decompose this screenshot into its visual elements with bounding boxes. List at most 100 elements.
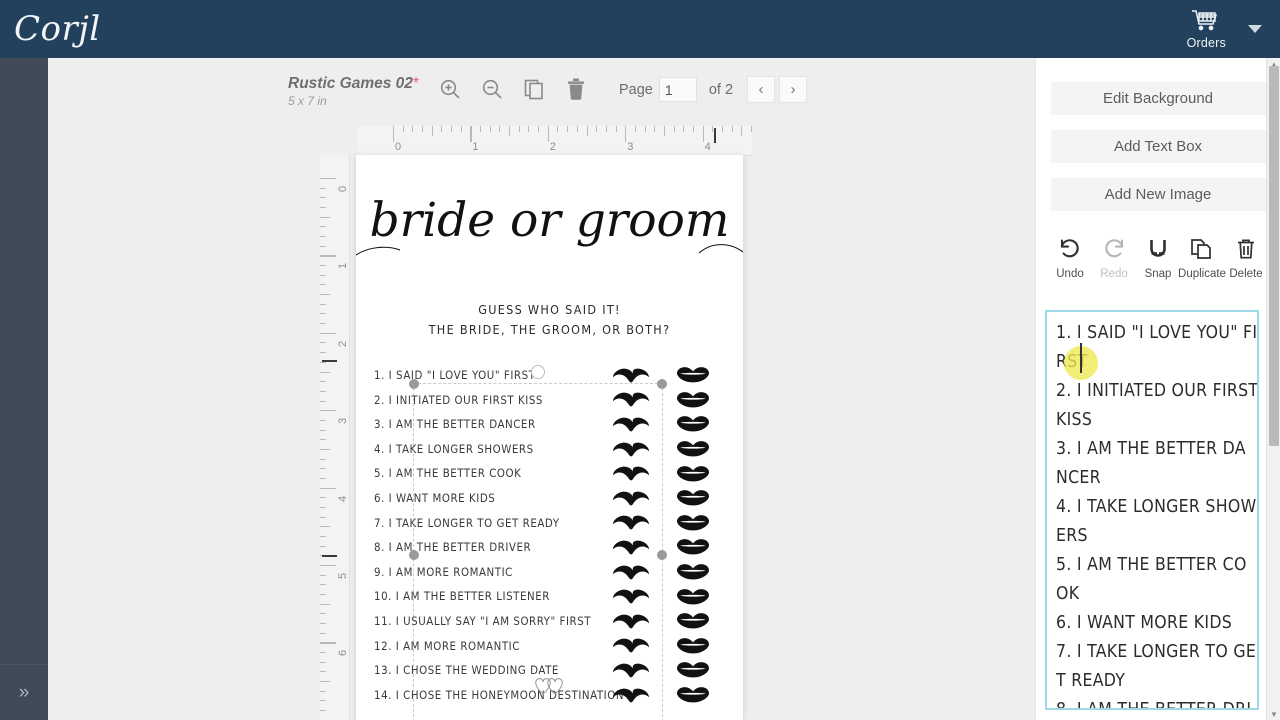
ruler-label: 6 xyxy=(337,650,349,657)
panel-scrollbar-track[interactable]: ▲ ▼ xyxy=(1266,58,1280,720)
page-number-input[interactable] xyxy=(658,77,697,102)
orders-button[interactable]: Orders xyxy=(1187,9,1226,50)
scroll-down-arrow[interactable]: ▼ xyxy=(1267,708,1280,720)
lips-icon xyxy=(677,367,709,383)
answer-icon-row xyxy=(613,634,709,659)
canvas-question-list[interactable]: 1. I SAID "I LOVE YOU" FIRST 2. I INITIAT… xyxy=(374,363,624,707)
corjl-logo[interactable]: Corjl xyxy=(14,12,101,46)
lips-icon xyxy=(677,416,709,432)
ruler-label: 3 xyxy=(337,418,349,425)
duplicate-page-button[interactable] xyxy=(517,72,551,106)
ruler-tick xyxy=(320,545,326,547)
ruler-tick xyxy=(320,371,330,373)
ruler-tick xyxy=(320,574,326,576)
expand-sidebar-button[interactable]: » xyxy=(0,664,48,720)
lips-icon xyxy=(677,637,709,654)
add-new-image-button[interactable]: Add New Image xyxy=(1050,178,1266,211)
answer-icon-row xyxy=(613,609,709,634)
ruler-tick xyxy=(320,516,326,518)
ruler-tick xyxy=(320,594,326,596)
snap-button[interactable]: Snap xyxy=(1136,238,1180,280)
canvas-script-title: bride or groom xyxy=(369,193,730,248)
answer-icon-row xyxy=(613,363,709,388)
ruler-tick xyxy=(721,126,723,132)
redo-button[interactable]: Redo xyxy=(1092,238,1136,280)
ruler-tick xyxy=(499,126,501,132)
ruler-tick xyxy=(557,126,559,132)
ruler-tick xyxy=(451,126,453,132)
answer-icon-row xyxy=(613,437,709,462)
delete-page-button[interactable] xyxy=(559,72,593,106)
ruler-tick xyxy=(663,126,665,136)
add-text-box-button[interactable]: Add Text Box xyxy=(1050,130,1266,163)
lips-icon xyxy=(677,514,709,531)
panel-scrollbar-thumb[interactable] xyxy=(1269,66,1279,446)
delete-button[interactable]: Delete xyxy=(1224,238,1268,280)
ruler-tick xyxy=(702,126,704,142)
ruler-tick xyxy=(441,126,443,132)
ruler-tick xyxy=(320,216,330,218)
ruler-tick xyxy=(320,458,326,460)
mustache-icon xyxy=(613,392,649,407)
ruler-label: 5 xyxy=(337,572,349,579)
ruler-tick xyxy=(320,603,330,605)
document-meta: Rustic Games 02* 5 x 7 in xyxy=(288,75,419,108)
edit-actions-row: Undo Redo Snap Duplicate Delete xyxy=(1036,226,1280,280)
edit-background-button[interactable]: Edit Background xyxy=(1050,82,1266,115)
ruler-label: 3 xyxy=(627,141,634,153)
ruler-tick xyxy=(509,126,511,136)
previous-page-button[interactable]: ‹ xyxy=(747,76,776,103)
text-content-editor[interactable]: 1. I SAID "I LOVE YOU" FI RST 2. I INITIAT… xyxy=(1045,310,1259,710)
mustache-icon xyxy=(613,466,649,481)
ruler-tick xyxy=(320,400,326,402)
zoom-in-button[interactable] xyxy=(433,72,467,106)
ruler-tick xyxy=(470,126,472,142)
text-editor-line: ERS xyxy=(1056,526,1088,546)
lips-icon xyxy=(677,465,709,482)
zoom-out-button[interactable] xyxy=(475,72,509,106)
page-navigator: Page of 2 ‹ › xyxy=(618,76,808,103)
ruler-label: 1 xyxy=(472,141,479,153)
ruler-tick xyxy=(750,126,752,132)
ruler-tick xyxy=(320,342,326,344)
design-canvas-page[interactable]: bride or groom GUESS WHO SAID IT! THE BR… xyxy=(356,155,743,720)
answer-icon-row xyxy=(613,535,709,560)
text-editor-line: 1. I SAID "I LOVE YOU" FI xyxy=(1056,323,1258,343)
canvas-question-row: 5. I AM THE BETTER COOK xyxy=(374,466,522,481)
ruler-tick xyxy=(320,245,326,247)
canvas-subtitle-2: THE BRIDE, THE GROOM, OR BOTH? xyxy=(428,322,671,337)
ruler-tick xyxy=(320,352,326,354)
ruler-tick xyxy=(320,429,326,431)
page-label: Page xyxy=(618,81,653,98)
ruler-tick xyxy=(320,207,326,209)
ruler-tick xyxy=(320,671,326,673)
trash-icon xyxy=(1236,238,1256,265)
ruler-tick xyxy=(320,487,336,489)
ruler-tick xyxy=(625,126,627,142)
canvas-question-row: 7. I TAKE LONGER TO GET READY xyxy=(374,515,560,530)
duplicate-button[interactable]: Duplicate xyxy=(1178,238,1226,280)
canvas-question-row: 2. I INITIATED OUR FIRST KISS xyxy=(374,392,543,407)
redo-icon xyxy=(1102,238,1126,265)
text-editor-line: 3. I AM THE BETTER DA xyxy=(1056,439,1246,459)
chevron-down-icon[interactable] xyxy=(1248,25,1262,33)
mustache-icon xyxy=(613,515,649,530)
ruler-tick xyxy=(402,126,404,132)
ruler-tick xyxy=(320,642,336,644)
text-editor-line: T READY xyxy=(1056,671,1126,691)
next-page-button[interactable]: › xyxy=(779,76,808,103)
ruler-tick xyxy=(489,126,491,132)
mustache-icon xyxy=(613,368,649,383)
ruler-tick xyxy=(528,126,530,132)
ruler-tick xyxy=(320,623,326,625)
hearts-decoration xyxy=(356,674,743,702)
shopping-cart-icon xyxy=(1191,9,1221,34)
ruler-tick xyxy=(538,126,540,132)
unsaved-marker: * xyxy=(412,75,419,92)
duplicate-label: Duplicate xyxy=(1178,268,1226,280)
answer-icon-row xyxy=(613,461,709,486)
ruler-tick xyxy=(634,126,636,132)
undo-button[interactable]: Undo xyxy=(1048,238,1092,280)
delete-label: Delete xyxy=(1229,268,1263,280)
ruler-tick xyxy=(320,236,326,238)
